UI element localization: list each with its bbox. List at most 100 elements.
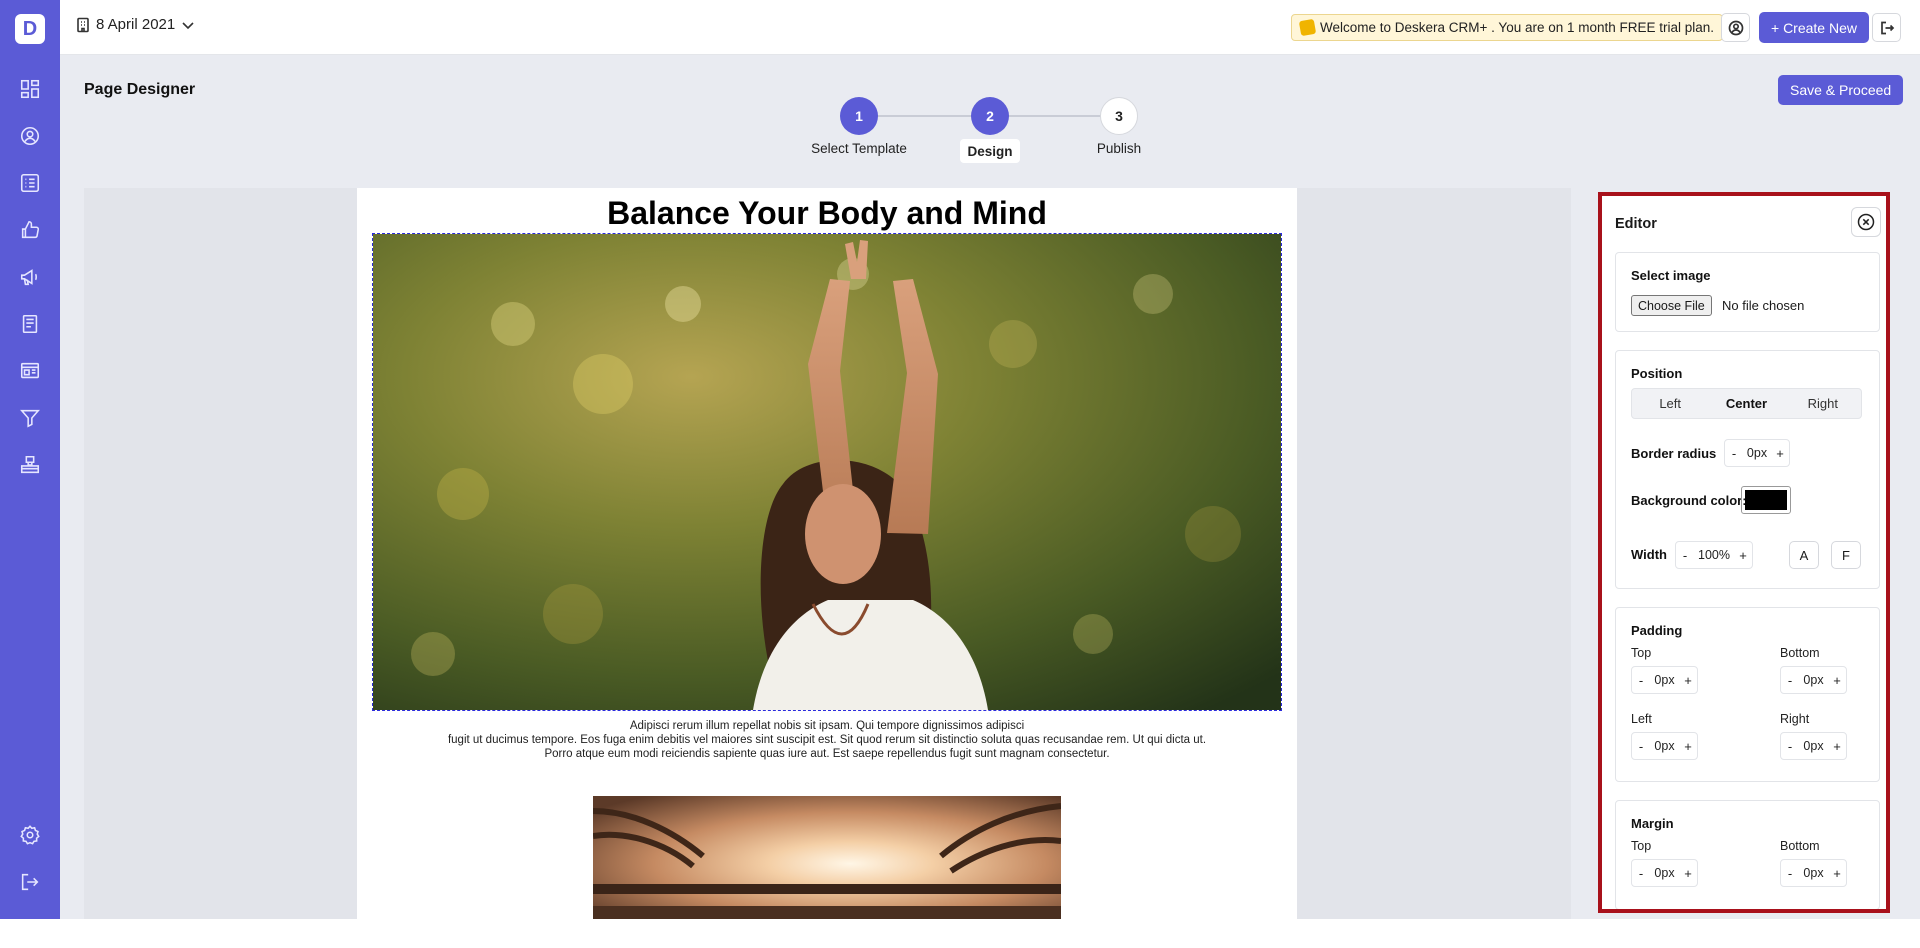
- save-proceed-button[interactable]: Save & Proceed: [1778, 75, 1904, 105]
- step-1-label[interactable]: Select Template: [789, 141, 929, 156]
- padding-top-value[interactable]: 0px: [1650, 673, 1679, 687]
- list-icon[interactable]: [18, 171, 42, 195]
- width-increment[interactable]: +: [1734, 548, 1752, 563]
- padding-left-stepper: - 0px +: [1631, 732, 1698, 760]
- border-radius-increment[interactable]: +: [1771, 446, 1789, 461]
- hero-image-selected[interactable]: [372, 233, 1282, 711]
- settings-icon[interactable]: [18, 823, 42, 847]
- margin-top-label: Top: [1631, 839, 1652, 853]
- building-icon: [77, 17, 89, 32]
- width-decrement[interactable]: -: [1676, 548, 1694, 563]
- deals-icon[interactable]: [18, 218, 42, 242]
- user-circle-icon: [1728, 20, 1743, 35]
- width-value[interactable]: 100%: [1694, 548, 1734, 562]
- margin-bottom-value[interactable]: 0px: [1799, 866, 1828, 880]
- step-1-circle[interactable]: 1: [840, 97, 878, 135]
- file-status: No file chosen: [1722, 298, 1805, 313]
- margin-top-stepper: - 0px +: [1631, 859, 1698, 887]
- margin-bottom-label: Bottom: [1780, 839, 1820, 853]
- color-swatch: [1745, 490, 1787, 510]
- design-canvas: Balance Your Body and Mind Adipisci reru…: [84, 188, 1571, 919]
- padding-top-label: Top: [1631, 646, 1652, 660]
- trial-banner-text: Welcome to Deskera CRM+ . You are on 1 m…: [1320, 20, 1715, 35]
- choose-file-button[interactable]: Choose File: [1631, 295, 1712, 316]
- margin-bottom-stepper: - 0px +: [1780, 859, 1847, 887]
- padding-top-decrement[interactable]: -: [1632, 673, 1650, 688]
- step-3-label[interactable]: Publish: [1049, 141, 1189, 156]
- create-new-button[interactable]: + Create New: [1759, 12, 1869, 43]
- margin-bottom-increment[interactable]: +: [1828, 866, 1846, 881]
- date-selector[interactable]: 8 April 2021: [76, 16, 195, 33]
- page-title: Page Designer: [84, 81, 196, 98]
- deskera-logo[interactable]: D: [15, 14, 45, 44]
- close-icon: [1857, 213, 1875, 231]
- position-left-option[interactable]: Left: [1632, 389, 1708, 418]
- background-color-picker[interactable]: [1741, 486, 1791, 514]
- border-radius-value[interactable]: 0px: [1743, 446, 1771, 460]
- page-heading[interactable]: Balance Your Body and Mind: [357, 195, 1297, 232]
- main-area: Page Designer Save & Proceed 1 Select Te…: [60, 55, 1920, 919]
- margin-top-decrement[interactable]: -: [1632, 866, 1650, 881]
- margin-top-increment[interactable]: +: [1679, 866, 1697, 881]
- padding-right-decrement[interactable]: -: [1781, 739, 1799, 754]
- funnel-icon[interactable]: [18, 406, 42, 430]
- inbox-icon[interactable]: [18, 453, 42, 477]
- landing-page-icon[interactable]: [18, 359, 42, 383]
- position-label: Position: [1631, 366, 1683, 381]
- width-label: Width: [1631, 547, 1667, 562]
- padding-top-increment[interactable]: +: [1679, 673, 1697, 688]
- position-right-option[interactable]: Right: [1785, 389, 1861, 418]
- logout-icon[interactable]: [18, 870, 42, 894]
- auto-width-button[interactable]: A: [1789, 541, 1819, 569]
- campaign-icon[interactable]: [18, 265, 42, 289]
- forms-icon[interactable]: [18, 312, 42, 336]
- contacts-icon[interactable]: [18, 124, 42, 148]
- padding-right-value[interactable]: 0px: [1799, 739, 1828, 753]
- image-caption[interactable]: Adipisci rerum illum repellat nobis sit …: [357, 719, 1297, 761]
- background-color-label: Background color:: [1631, 493, 1747, 508]
- padding-top-stepper: - 0px +: [1631, 666, 1698, 694]
- palm-sunset-image[interactable]: [593, 796, 1061, 919]
- dashboard-icon[interactable]: [18, 77, 42, 101]
- padding-section: Padding Top - 0px + Bottom - 0px + Left …: [1615, 607, 1880, 782]
- padding-right-stepper: - 0px +: [1780, 732, 1847, 760]
- app-root: D 8 April 2021 Welcome to Deskera CRM+ .…: [0, 0, 1920, 948]
- padding-right-label: Right: [1780, 712, 1810, 726]
- position-center-option[interactable]: Center: [1708, 389, 1784, 418]
- margin-top-value[interactable]: 0px: [1650, 866, 1679, 880]
- border-radius-label: Border radius: [1631, 446, 1717, 461]
- caption-line: Porro atque eum modi reiciendis sapiente…: [544, 748, 1110, 760]
- margin-label: Margin: [1631, 816, 1674, 831]
- padding-bottom-value[interactable]: 0px: [1799, 673, 1828, 687]
- step-2-circle[interactable]: 2: [971, 97, 1009, 135]
- border-radius-decrement[interactable]: -: [1725, 446, 1743, 461]
- layout-section: Position Left Center Right Border radius…: [1615, 350, 1880, 589]
- padding-right-increment[interactable]: +: [1828, 739, 1846, 754]
- margin-bottom-decrement[interactable]: -: [1781, 866, 1799, 881]
- profile-button[interactable]: [1721, 13, 1750, 42]
- margin-section: Margin Top - 0px + Bottom - 0px +: [1615, 800, 1880, 909]
- logout-icon: [1880, 21, 1894, 34]
- step-3-circle[interactable]: 3: [1100, 97, 1138, 135]
- position-toggle: Left Center Right: [1631, 388, 1862, 419]
- padding-left-increment[interactable]: +: [1679, 739, 1697, 754]
- page-preview: Balance Your Body and Mind Adipisci reru…: [357, 188, 1297, 919]
- step-2-label[interactable]: Design: [960, 139, 1020, 163]
- yoga-woman-image: [373, 234, 1281, 710]
- padding-bottom-decrement[interactable]: -: [1781, 673, 1799, 688]
- date-label: 8 April 2021: [96, 16, 176, 33]
- exit-button[interactable]: [1872, 13, 1901, 42]
- width-stepper: - 100% +: [1675, 541, 1753, 569]
- topbar: 8 April 2021 Welcome to Deskera CRM+ . Y…: [60, 0, 1920, 55]
- padding-left-decrement[interactable]: -: [1632, 739, 1650, 754]
- border-radius-stepper: - 0px +: [1724, 439, 1790, 467]
- close-editor-button[interactable]: [1851, 207, 1881, 237]
- chevron-down-icon: [182, 21, 194, 29]
- palm-sunset-graphic: [593, 796, 1061, 919]
- padding-left-value[interactable]: 0px: [1650, 739, 1679, 753]
- full-width-button[interactable]: F: [1831, 541, 1861, 569]
- padding-label: Padding: [1631, 623, 1683, 638]
- caption-line: fugit ut ducimus tempore. Eos fuga enim …: [447, 734, 1207, 746]
- padding-bottom-label: Bottom: [1780, 646, 1820, 660]
- padding-bottom-increment[interactable]: +: [1828, 673, 1846, 688]
